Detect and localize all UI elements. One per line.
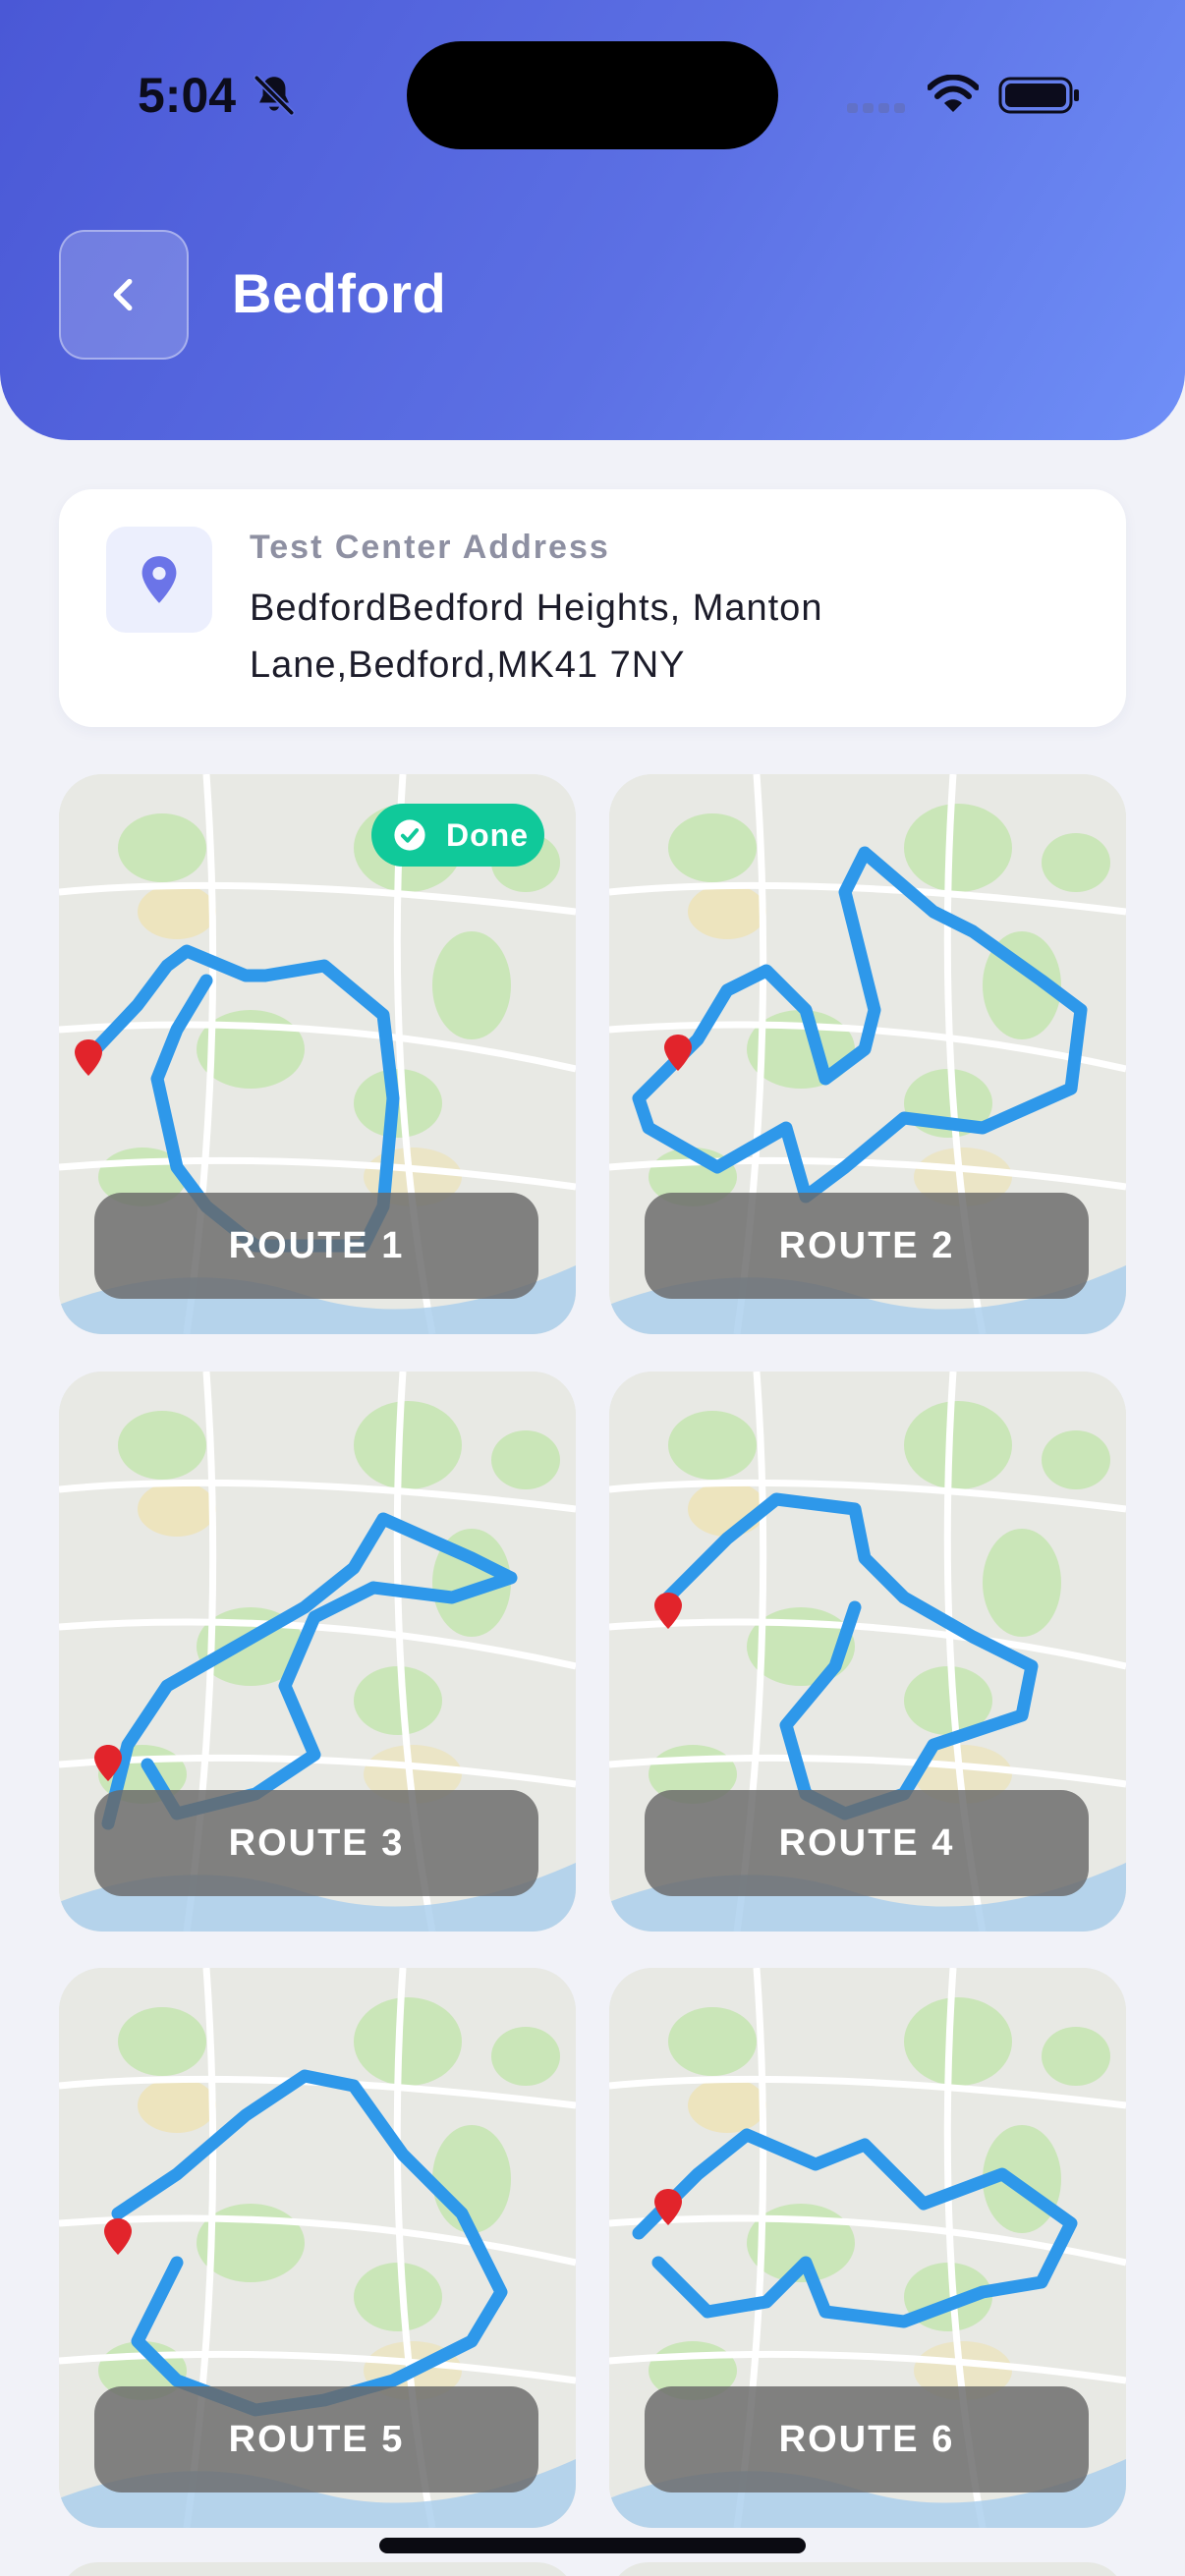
route-label: ROUTE 6 (645, 2386, 1089, 2492)
route-card-peek (59, 2562, 576, 2576)
address-label: Test Center Address (250, 529, 610, 566)
status-time: 5:04 (138, 68, 237, 123)
header: 5:04 Bedford (0, 0, 1185, 440)
location-pin-tile (106, 527, 212, 633)
done-badge: Done (371, 804, 544, 867)
route-label: ROUTE 4 (645, 1790, 1089, 1896)
route-card[interactable]: Done ROUTE 1 (59, 774, 576, 1334)
route-card[interactable]: ROUTE 5 (59, 1968, 576, 2528)
route-label: ROUTE 1 (94, 1193, 538, 1299)
route-card-peek (609, 2562, 1126, 2576)
done-label: Done (446, 816, 529, 853)
signal-icon (847, 103, 905, 113)
route-label: ROUTE 2 (645, 1193, 1089, 1299)
chevron-left-icon (113, 278, 133, 311)
page-title: Bedford (232, 262, 447, 324)
route-label: ROUTE 5 (94, 2386, 538, 2492)
route-label: ROUTE 3 (94, 1790, 538, 1896)
location-pin-icon (141, 556, 177, 603)
home-indicator (379, 2538, 806, 2553)
dynamic-island (407, 41, 778, 149)
route-card[interactable]: ROUTE 6 (609, 1968, 1126, 2528)
back-button[interactable] (59, 230, 189, 360)
battery-icon (998, 77, 1079, 114)
bell-slash-icon (253, 74, 296, 117)
route-card[interactable]: ROUTE 3 (59, 1372, 576, 1932)
route-card[interactable]: ROUTE 4 (609, 1372, 1126, 1932)
test-center-address-card: Test Center Address BedfordBedford Heigh… (59, 489, 1126, 727)
wifi-icon (928, 75, 979, 112)
route-card[interactable]: ROUTE 2 (609, 774, 1126, 1334)
check-circle-icon (394, 819, 425, 851)
address-value: BedfordBedford Heights, Manton Lane,Bedf… (250, 588, 823, 686)
